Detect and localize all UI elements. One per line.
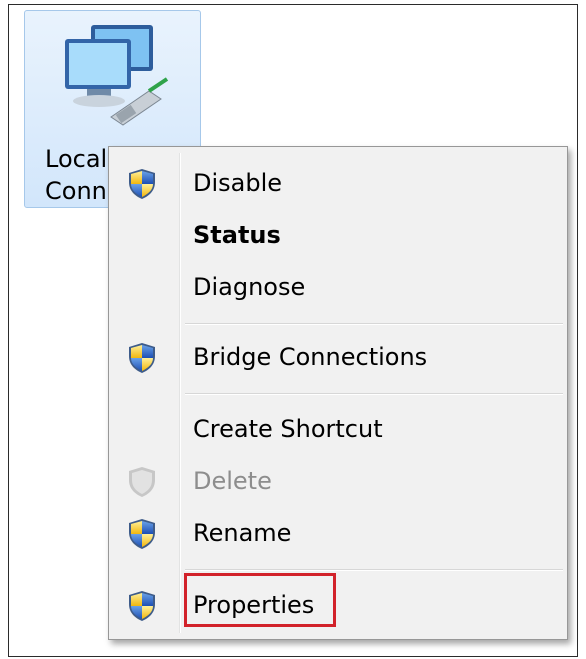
menu-separator xyxy=(185,569,563,571)
properties-highlight-box xyxy=(184,573,336,627)
menu-separator xyxy=(185,323,563,325)
menu-item-label: Disable xyxy=(193,169,283,197)
uac-shield-icon xyxy=(127,518,157,550)
menu-item-label: Create Shortcut xyxy=(193,415,383,443)
uac-shield-icon xyxy=(127,590,157,622)
uac-shield-icon xyxy=(127,168,157,200)
context-menu: Disable Status Diagnose Bridge Connectio… xyxy=(108,146,568,640)
menu-item-label: Delete xyxy=(193,467,272,495)
menu-item-status[interactable]: Status xyxy=(111,209,565,259)
menu-item-label: Diagnose xyxy=(193,273,306,301)
uac-shield-icon xyxy=(127,342,157,374)
menu-item-label: Rename xyxy=(193,519,292,547)
menu-item-label: Status xyxy=(193,221,281,249)
menu-item-disable[interactable]: Disable xyxy=(111,157,565,207)
menu-item-properties[interactable]: Properties xyxy=(111,579,565,629)
network-adapter-icon xyxy=(65,25,169,126)
uac-shield-icon-disabled xyxy=(127,466,157,498)
menu-item-label: Bridge Connections xyxy=(193,343,428,371)
menu-item-rename[interactable]: Rename xyxy=(111,507,565,557)
menu-item-delete: Delete xyxy=(111,455,565,505)
menu-item-diagnose[interactable]: Diagnose xyxy=(111,261,565,311)
menu-item-create-shortcut[interactable]: Create Shortcut xyxy=(111,403,565,453)
menu-item-bridge-connections[interactable]: Bridge Connections xyxy=(111,331,565,381)
menu-separator xyxy=(185,393,563,395)
connection-label-line2: Conn xyxy=(45,177,107,205)
